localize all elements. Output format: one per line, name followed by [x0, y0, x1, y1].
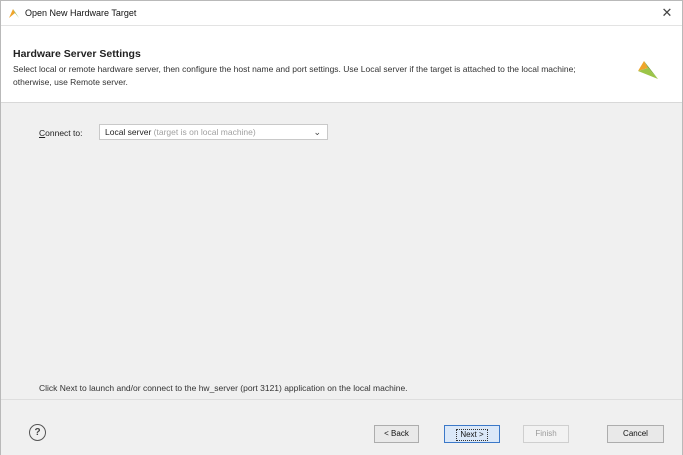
info-message: Click Next to launch and/or connect to t…: [39, 383, 408, 393]
close-button[interactable]: ✕: [658, 4, 676, 22]
page-description: Select local or remote hardware server, …: [13, 64, 576, 87]
chevron-down-icon: ⌄: [313, 127, 321, 137]
wizard-header: Hardware Server Settings Select local or…: [1, 25, 682, 103]
next-button[interactable]: Next >: [444, 425, 500, 443]
cancel-button[interactable]: Cancel: [607, 425, 664, 443]
finish-button: Finish: [523, 425, 569, 443]
vivado-logo-icon: [638, 61, 658, 79]
title-bar: Open New Hardware Target ✕: [1, 1, 682, 25]
window-title: Open New Hardware Target: [25, 8, 137, 18]
connect-to-label: Connect to:: [39, 128, 83, 138]
help-button[interactable]: ?: [29, 424, 46, 441]
dialog-window: Open New Hardware Target ✕ Hardware Serv…: [0, 0, 683, 455]
connect-to-value: Local server: [105, 127, 152, 137]
page-title: Hardware Server Settings: [13, 48, 141, 60]
next-button-label: Next >: [456, 429, 488, 441]
button-bar: ? < Back Next > Finish Cancel: [1, 399, 682, 455]
back-button[interactable]: < Back: [374, 425, 419, 443]
vivado-logo-icon: [9, 9, 19, 18]
wizard-content: Connect to: Local server (target is on l…: [1, 103, 682, 399]
connect-to-hint: (target is on local machine): [151, 127, 256, 137]
connect-to-select[interactable]: Local server (target is on local machine…: [99, 124, 328, 140]
